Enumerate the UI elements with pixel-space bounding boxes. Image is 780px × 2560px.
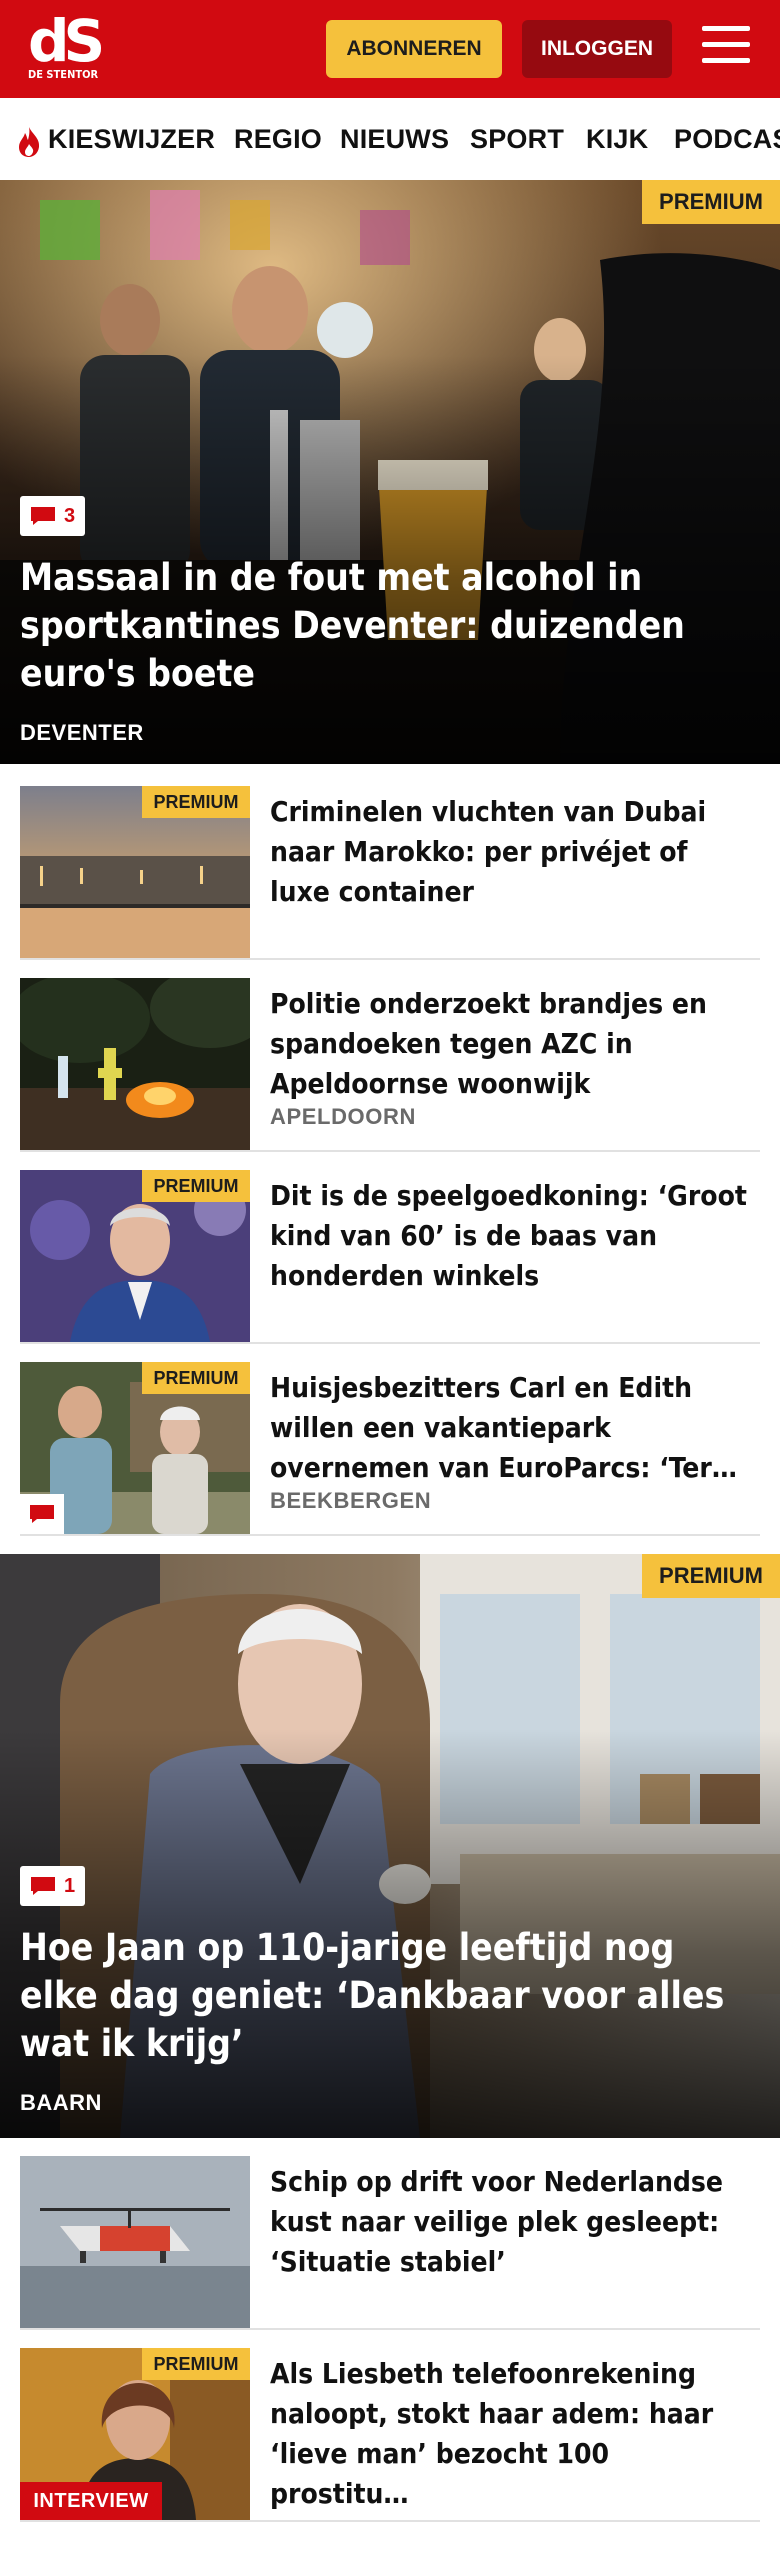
article-thumbnail: PREMIUM xyxy=(20,786,250,958)
article-card[interactable]: Politie onderzoekt brandjes en spandoeke… xyxy=(20,978,760,1152)
article-card[interactable]: PREMIUM Dit is de speelgoedkoning: ‘Groo… xyxy=(20,1170,760,1344)
comment-icon xyxy=(31,507,55,525)
article-card[interactable]: PREMIUM INTERVIEW Als Liesbeth telefoonr… xyxy=(20,2348,760,2522)
article-thumbnail: PREMIUM xyxy=(20,1362,250,1534)
premium-badge: PREMIUM xyxy=(142,2348,250,2380)
comment-count-badge[interactable]: 1 xyxy=(20,1866,86,1906)
article-title[interactable]: Criminelen vluchten van Dubai naar Marok… xyxy=(270,792,750,912)
nav-item-kijk[interactable]: KIJK xyxy=(586,124,648,155)
logo-subtitle: DE STENTOR xyxy=(28,68,99,81)
nav-item-nieuws[interactable]: NIEUWS xyxy=(340,124,449,155)
hamburger-icon[interactable] xyxy=(702,26,750,70)
comment-count-badge[interactable]: 3 xyxy=(20,496,86,536)
comment-badge[interactable] xyxy=(20,1494,64,1534)
section-nav: KIESWIJZER REGIO NIEUWS SPORT KIJK PODCA… xyxy=(0,98,780,181)
premium-badge: PREMIUM xyxy=(642,1554,780,1598)
nav-item-kieswijzer[interactable]: KIESWIJZER xyxy=(48,124,215,155)
premium-badge: PREMIUM xyxy=(142,1170,250,1202)
article-title[interactable]: Dit is de speelgoedkoning: ‘Groot kind v… xyxy=(270,1176,750,1296)
interview-tag: INTERVIEW xyxy=(20,2482,162,2520)
login-button[interactable]: INLOGGEN xyxy=(522,20,672,78)
nav-item-sport[interactable]: SPORT xyxy=(470,124,564,155)
premium-badge: PREMIUM xyxy=(142,1362,250,1394)
site-header: dS DE STENTOR ABONNEREN INLOGGEN xyxy=(0,0,780,98)
article-card[interactable]: PREMIUM Huisjesbezitters Carl en Edith w… xyxy=(20,1362,760,1536)
logo-mark: dS xyxy=(28,7,105,75)
hero-article-1[interactable]: PREMIUM 3 Massaal in de fout met alcohol… xyxy=(0,180,780,764)
article-thumbnail: PREMIUM INTERVIEW xyxy=(20,2348,250,2520)
hero-title[interactable]: Massaal in de fout met alcohol in sportk… xyxy=(20,554,740,698)
hero-title[interactable]: Hoe Jaan op 110-jarige leeftijd nog elke… xyxy=(20,1924,740,2068)
article-title[interactable]: Huisjesbezitters Carl en Edith willen ee… xyxy=(270,1368,750,1488)
article-card[interactable]: Schip op drift voor Nederlandse kust naa… xyxy=(20,2156,760,2330)
premium-badge: PREMIUM xyxy=(142,786,250,818)
article-location: APELDOORN xyxy=(270,1104,416,1129)
article-thumbnail xyxy=(20,2156,250,2328)
article-title[interactable]: Politie onderzoekt brandjes en spandoeke… xyxy=(270,984,750,1104)
comment-count: 1 xyxy=(64,1874,76,1897)
nav-item-regio[interactable]: REGIO xyxy=(234,124,322,155)
flame-icon xyxy=(19,127,40,157)
article-location: BEEKBERGEN xyxy=(270,1488,432,1513)
article-card[interactable]: PREMIUM Criminelen vluchten van Dubai na… xyxy=(20,786,760,960)
article-thumbnail: PREMIUM xyxy=(20,1170,250,1342)
hero-location: BAARN xyxy=(20,2090,102,2115)
subscribe-button[interactable]: ABONNEREN xyxy=(326,20,502,78)
nav-item-podcast[interactable]: PODCAS xyxy=(674,124,780,155)
hero-location: DEVENTER xyxy=(20,720,144,745)
comment-count: 3 xyxy=(64,504,76,527)
article-title[interactable]: Schip op drift voor Nederlandse kust naa… xyxy=(270,2162,750,2282)
article-title[interactable]: Als Liesbeth telefoonrekening naloopt, s… xyxy=(270,2354,750,2514)
premium-badge: PREMIUM xyxy=(642,180,780,224)
article-thumbnail xyxy=(20,978,250,1150)
comment-icon xyxy=(31,1877,55,1895)
site-logo[interactable]: dS DE STENTOR xyxy=(28,12,112,90)
comment-icon xyxy=(30,1505,54,1523)
hero-article-2[interactable]: PREMIUM 1 Hoe Jaan op 110-jarige leeftij… xyxy=(0,1554,780,2138)
